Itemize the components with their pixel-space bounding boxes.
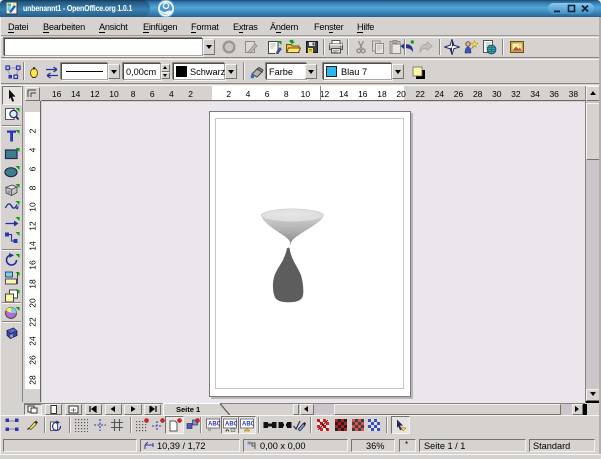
svg-text:ABC: ABC <box>208 421 220 427</box>
svg-text:ABC: ABC <box>225 421 237 427</box>
svg-text:ABC: ABC <box>242 421 254 427</box>
